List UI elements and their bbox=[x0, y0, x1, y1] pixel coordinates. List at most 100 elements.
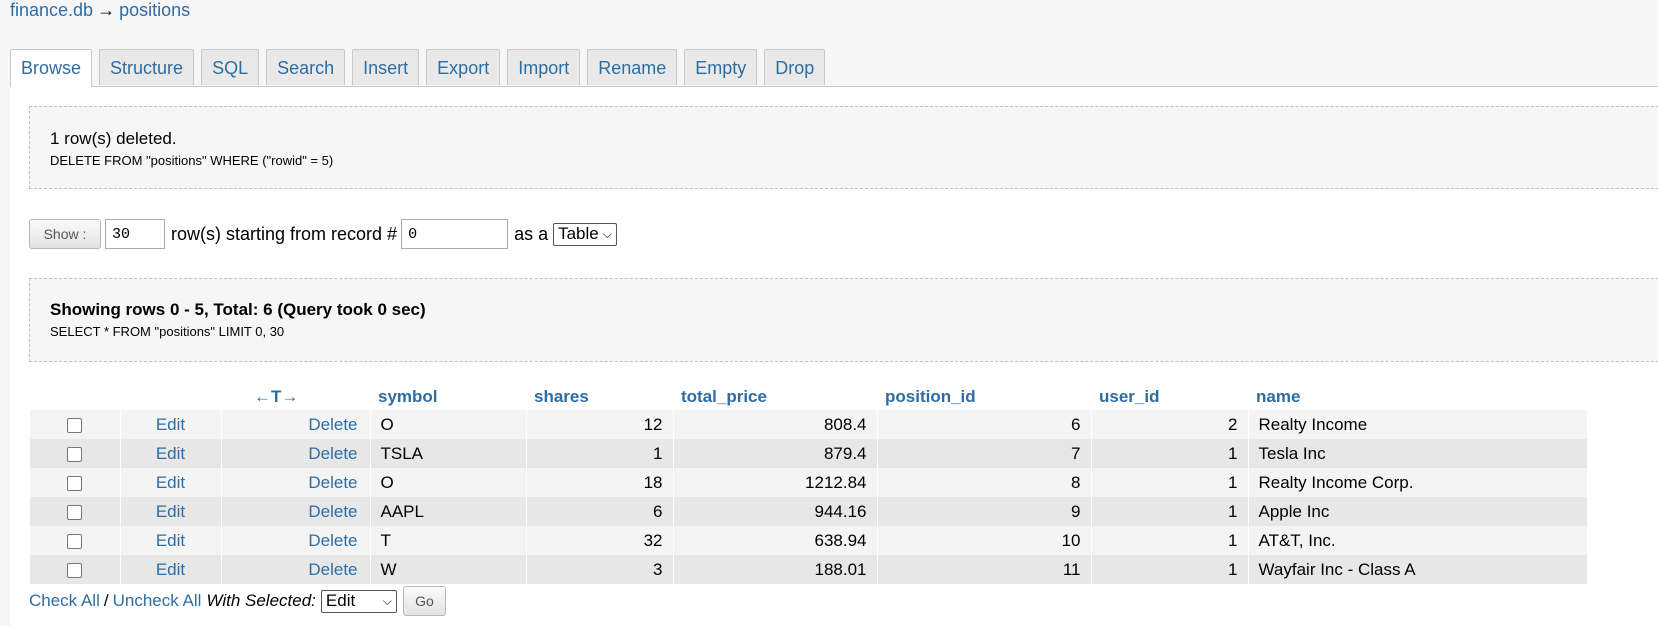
table-row: Edit Delete O 18 1212.84 8 1 Realty Income Corp… bbox=[30, 468, 1588, 497]
rows-count-input[interactable]: 30 bbox=[105, 219, 165, 249]
view-mode-value: Table bbox=[558, 224, 599, 243]
tab-rename[interactable]: Rename bbox=[587, 49, 678, 85]
tab-browse[interactable]: Browse bbox=[10, 49, 93, 87]
col-header-total-price[interactable]: total_price bbox=[673, 384, 877, 410]
cell-user-id: 1 bbox=[1091, 439, 1249, 468]
query-result-box: Showing rows 0 - 5, Total: 6 (Query took… bbox=[29, 278, 1658, 362]
row-checkbox-cell bbox=[30, 468, 121, 497]
cell-total-price: 638.94 bbox=[673, 526, 878, 555]
row-checkbox[interactable] bbox=[67, 446, 83, 462]
table-row: Edit Delete TSLA 1 879.4 7 1 Tesla Inc bbox=[30, 439, 1588, 468]
delete-message-sql: DELETE FROM "positions" WHERE ("rowid" =… bbox=[50, 153, 334, 168]
edit-link[interactable]: Edit bbox=[120, 439, 222, 468]
delete-link[interactable]: Delete bbox=[221, 468, 371, 497]
breadcrumb: finance.db → positions bbox=[10, 0, 190, 20]
bulk-action-select[interactable]: Edit ⌵ bbox=[320, 589, 397, 613]
chevron-down-icon: ⌵ bbox=[602, 226, 612, 241]
cell-total-price: 1212.84 bbox=[673, 468, 878, 497]
row-checkbox[interactable] bbox=[67, 562, 83, 578]
col-header-symbol[interactable]: symbol bbox=[370, 384, 526, 410]
tab-export[interactable]: Export bbox=[426, 49, 501, 85]
row-checkbox[interactable] bbox=[67, 504, 83, 520]
edit-link[interactable]: Edit bbox=[120, 526, 222, 555]
tab-search[interactable]: Search bbox=[266, 49, 346, 85]
cell-position-id: 10 bbox=[877, 526, 1092, 555]
bulk-actions: Check All / Uncheck All With Selected: E… bbox=[29, 586, 446, 616]
cell-name: Realty Income Corp. bbox=[1248, 468, 1588, 497]
cell-name: Realty Income bbox=[1248, 410, 1588, 439]
delete-link[interactable]: Delete bbox=[221, 497, 371, 526]
row-checkbox-cell bbox=[30, 410, 121, 439]
delete-message-box: 1 row(s) deleted. DELETE FROM "positions… bbox=[29, 106, 1658, 189]
go-button[interactable]: Go bbox=[402, 586, 446, 616]
show-rows-form: Show : 30 row(s) starting from record # … bbox=[29, 218, 617, 250]
tab-drop[interactable]: Drop bbox=[764, 49, 826, 85]
cell-symbol: T bbox=[370, 526, 527, 555]
tab-divider bbox=[10, 86, 1658, 87]
delete-link[interactable]: Delete bbox=[221, 526, 371, 555]
edit-link[interactable]: Edit bbox=[120, 497, 222, 526]
cell-symbol: TSLA bbox=[370, 439, 527, 468]
cell-user-id: 1 bbox=[1091, 526, 1249, 555]
cell-user-id: 2 bbox=[1091, 410, 1249, 439]
row-checkbox-cell bbox=[30, 497, 121, 526]
row-checkbox[interactable] bbox=[67, 417, 83, 433]
col-header-position-id[interactable]: position_id bbox=[877, 384, 1091, 410]
delete-link[interactable]: Delete bbox=[221, 555, 371, 584]
view-mode-select[interactable]: Table ⌵ bbox=[553, 222, 617, 246]
row-checkbox-cell bbox=[30, 555, 121, 584]
cell-name: Wayfair Inc - Class A bbox=[1248, 555, 1588, 584]
with-selected-label: With Selected: bbox=[206, 591, 316, 610]
edit-link[interactable]: Edit bbox=[120, 468, 222, 497]
column-toggle-link[interactable]: ←T→ bbox=[120, 384, 370, 410]
cell-position-id: 8 bbox=[877, 468, 1092, 497]
cell-name: AT&T, Inc. bbox=[1248, 526, 1588, 555]
cell-user-id: 1 bbox=[1091, 555, 1249, 584]
delete-link[interactable]: Delete bbox=[221, 410, 371, 439]
tab-sql[interactable]: SQL bbox=[201, 49, 260, 85]
start-record-input[interactable]: 0 bbox=[401, 219, 509, 249]
col-header-shares[interactable]: shares bbox=[526, 384, 673, 410]
table-row: Edit Delete AAPL 6 944.16 9 1 Apple Inc bbox=[30, 497, 1588, 526]
delete-link[interactable]: Delete bbox=[221, 439, 371, 468]
cell-position-id: 7 bbox=[877, 439, 1092, 468]
col-header-name[interactable]: name bbox=[1248, 384, 1587, 410]
cell-position-id: 6 bbox=[877, 410, 1092, 439]
cell-symbol: W bbox=[370, 555, 527, 584]
show-button[interactable]: Show : bbox=[29, 219, 101, 249]
tab-structure[interactable]: Structure bbox=[99, 49, 195, 85]
cell-user-id: 1 bbox=[1091, 497, 1249, 526]
table-row: Edit Delete W 3 188.01 11 1 Wayfair Inc - Class… bbox=[30, 555, 1588, 584]
cell-shares: 32 bbox=[526, 526, 674, 555]
delete-message-title: 1 row(s) deleted. bbox=[50, 129, 177, 148]
breadcrumb-arrow: → bbox=[97, 0, 116, 20]
tab-import[interactable]: Import bbox=[507, 49, 581, 85]
col-header-user-id[interactable]: user_id bbox=[1091, 384, 1248, 410]
cell-shares: 3 bbox=[526, 555, 674, 584]
check-all-link[interactable]: Check All bbox=[29, 591, 100, 611]
table-row: Edit Delete O 12 808.4 6 2 Realty Income bbox=[30, 410, 1588, 439]
uncheck-all-link[interactable]: Uncheck All bbox=[113, 591, 202, 611]
breadcrumb-db-link[interactable]: finance.db bbox=[10, 0, 93, 20]
tab-bar: Browse Structure SQL Search Insert Expor… bbox=[10, 49, 826, 87]
row-checkbox-cell bbox=[30, 526, 121, 555]
edit-link[interactable]: Edit bbox=[120, 555, 222, 584]
cell-position-id: 11 bbox=[877, 555, 1092, 584]
row-checkbox[interactable] bbox=[67, 475, 83, 491]
check-separator: / bbox=[103, 591, 109, 610]
tab-insert[interactable]: Insert bbox=[352, 49, 420, 85]
query-result-title: Showing rows 0 - 5, Total: 6 (Query took… bbox=[50, 300, 426, 319]
cell-shares: 18 bbox=[526, 468, 674, 497]
tab-empty[interactable]: Empty bbox=[684, 49, 758, 85]
bulk-action-value: Edit bbox=[325, 591, 356, 610]
breadcrumb-table-link[interactable]: positions bbox=[119, 0, 190, 20]
chevron-down-icon: ⌵ bbox=[382, 593, 392, 608]
cell-user-id: 1 bbox=[1091, 468, 1249, 497]
cell-shares: 12 bbox=[526, 410, 674, 439]
cell-total-price: 188.01 bbox=[673, 555, 878, 584]
table-row: Edit Delete T 32 638.94 10 1 AT&T, Inc. bbox=[30, 526, 1588, 555]
query-result-sql: SELECT * FROM "positions" LIMIT 0, 30 bbox=[50, 324, 285, 339]
cell-total-price: 879.4 bbox=[673, 439, 878, 468]
row-checkbox[interactable] bbox=[67, 533, 83, 549]
edit-link[interactable]: Edit bbox=[120, 410, 222, 439]
